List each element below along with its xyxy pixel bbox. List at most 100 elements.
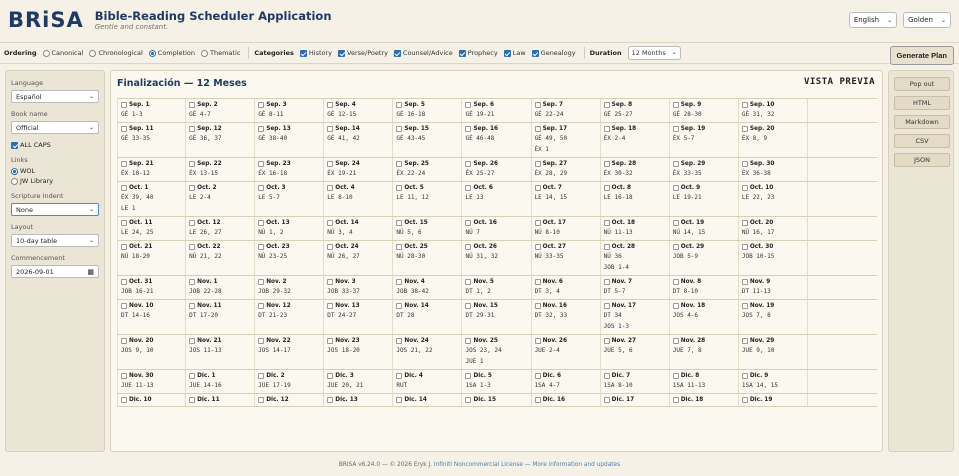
cell-date[interactable]: Dic. 10 bbox=[121, 396, 182, 404]
reading-link[interactable]: NÚ 33-35 bbox=[535, 252, 597, 262]
cell-date[interactable]: Dic. 11 bbox=[189, 396, 251, 404]
reading-link[interactable]: GÉ 43-45 bbox=[396, 134, 458, 144]
reading-link[interactable]: NÚ 18-20 bbox=[121, 252, 182, 262]
checkbox-icon[interactable] bbox=[121, 102, 127, 108]
checkbox-icon[interactable] bbox=[121, 220, 127, 226]
reading-link[interactable]: ÉX 16-18 bbox=[258, 169, 320, 179]
cell-date[interactable]: Oct. 31 bbox=[121, 278, 182, 286]
checkbox-icon[interactable] bbox=[603, 161, 610, 167]
cell-date[interactable]: Sep. 21 bbox=[121, 160, 182, 168]
cell-date[interactable]: Sep. 16 bbox=[465, 125, 527, 133]
reading-link[interactable]: JOS 1-3 bbox=[604, 322, 666, 332]
category-genealogy[interactable]: Genealogy bbox=[529, 49, 576, 57]
cell-date[interactable]: Dic. 1 bbox=[189, 372, 251, 380]
cell-date[interactable]: Sep. 11 bbox=[121, 125, 182, 133]
cell-date[interactable]: Oct. 29 bbox=[672, 243, 735, 251]
cell-date[interactable]: Oct. 16 bbox=[465, 219, 527, 227]
reading-link[interactable]: LE 19-21 bbox=[673, 193, 735, 203]
checkbox-icon[interactable] bbox=[189, 220, 196, 226]
checkbox-icon[interactable] bbox=[603, 397, 610, 403]
cell-date[interactable]: Nov. 28 bbox=[672, 337, 735, 345]
checkbox-icon[interactable] bbox=[672, 303, 679, 309]
checkbox-icon[interactable] bbox=[603, 338, 610, 344]
cell-date[interactable]: Oct. 12 bbox=[189, 219, 251, 227]
checkbox-icon[interactable] bbox=[327, 338, 334, 344]
reading-link[interactable]: DT 34 bbox=[604, 311, 666, 321]
checkbox-icon[interactable] bbox=[465, 244, 472, 250]
cell-date[interactable]: Nov. 6 bbox=[534, 278, 597, 286]
checkbox-icon[interactable] bbox=[534, 397, 541, 403]
reading-link[interactable]: NÚ 16, 17 bbox=[742, 228, 804, 238]
reading-link[interactable]: JOB 16-21 bbox=[121, 287, 182, 297]
checkbox-icon[interactable] bbox=[121, 126, 127, 132]
cell-date[interactable]: Nov. 9 bbox=[741, 278, 804, 286]
cell-date[interactable]: Oct. 30 bbox=[741, 243, 804, 251]
cell-date[interactable]: Sep. 14 bbox=[327, 125, 389, 133]
reading-link[interactable]: RUT bbox=[396, 381, 458, 391]
reading-link[interactable]: 1SA 1-3 bbox=[465, 381, 527, 391]
cell-date[interactable]: Nov. 12 bbox=[258, 302, 320, 310]
cell-date[interactable]: Dic. 18 bbox=[672, 396, 735, 404]
cell-date[interactable]: Sep. 2 bbox=[189, 101, 251, 109]
checkbox-icon[interactable] bbox=[327, 303, 334, 309]
checkbox-icon[interactable] bbox=[121, 397, 127, 403]
cell-date[interactable]: Sep. 1 bbox=[121, 101, 182, 109]
reading-link[interactable]: NÚ 28-30 bbox=[396, 252, 458, 262]
reading-link[interactable]: NÚ 23-25 bbox=[258, 252, 320, 262]
cell-date[interactable]: Oct. 21 bbox=[121, 243, 182, 251]
cell-date[interactable]: Nov. 25 bbox=[465, 337, 527, 345]
cell-date[interactable]: Sep. 5 bbox=[396, 101, 458, 109]
reading-link[interactable]: DT 32, 33 bbox=[535, 311, 597, 321]
checkbox-icon[interactable] bbox=[396, 303, 403, 309]
checkbox-icon[interactable] bbox=[396, 220, 403, 226]
reading-link[interactable]: JUE 7, 8 bbox=[673, 346, 735, 356]
cell-date[interactable]: Sep. 30 bbox=[741, 160, 804, 168]
reading-link[interactable]: 1SA 14, 15 bbox=[742, 381, 804, 391]
checkbox-icon[interactable] bbox=[189, 397, 196, 403]
reading-link[interactable]: NÚ 36 bbox=[604, 252, 666, 262]
reading-link[interactable]: LE 24, 25 bbox=[121, 228, 182, 238]
cell-date[interactable]: Dic. 16 bbox=[534, 396, 597, 404]
reading-link[interactable]: GÉ 1-3 bbox=[121, 110, 182, 120]
checkbox-icon[interactable] bbox=[534, 244, 541, 250]
checkbox-icon[interactable] bbox=[534, 161, 541, 167]
cell-date[interactable]: Nov. 15 bbox=[465, 302, 527, 310]
checkbox-icon[interactable] bbox=[396, 244, 403, 250]
scripture-indent-select[interactable]: None ⌄ bbox=[11, 203, 99, 216]
cell-date[interactable]: Dic. 8 bbox=[672, 372, 735, 380]
reading-link[interactable]: ÉX 19-21 bbox=[327, 169, 389, 179]
reading-link[interactable]: GÉ 12-15 bbox=[327, 110, 389, 120]
reading-link[interactable]: JOS 23, 24 bbox=[465, 346, 527, 356]
checkbox-icon[interactable] bbox=[672, 126, 679, 132]
reading-link[interactable]: LE 26, 27 bbox=[189, 228, 251, 238]
checkbox-icon[interactable] bbox=[396, 102, 403, 108]
cell-date[interactable]: Nov. 21 bbox=[189, 337, 251, 345]
checkbox-icon[interactable] bbox=[741, 126, 748, 132]
reading-link[interactable]: ÉX 39, 40 bbox=[121, 193, 182, 203]
checkbox-icon[interactable] bbox=[121, 303, 127, 309]
reading-link[interactable]: JOB 10-15 bbox=[742, 252, 804, 262]
reading-link[interactable]: NÚ 26, 27 bbox=[327, 252, 389, 262]
reading-link[interactable]: DT 24-27 bbox=[327, 311, 389, 321]
checkbox-icon[interactable] bbox=[672, 102, 679, 108]
checkbox-icon[interactable] bbox=[672, 279, 679, 285]
checkbox-icon[interactable] bbox=[534, 338, 541, 344]
cell-date[interactable]: Nov. 8 bbox=[672, 278, 735, 286]
cell-date[interactable]: Oct. 17 bbox=[534, 219, 597, 227]
reading-link[interactable]: GÉ 31, 32 bbox=[742, 110, 804, 120]
checkbox-icon[interactable] bbox=[258, 185, 265, 191]
cell-date[interactable]: Sep. 25 bbox=[396, 160, 458, 168]
reading-link[interactable]: DT 21-23 bbox=[258, 311, 320, 321]
reading-link[interactable]: DT 5-7 bbox=[604, 287, 666, 297]
checkbox-icon[interactable] bbox=[465, 126, 472, 132]
checkbox-icon[interactable] bbox=[741, 220, 748, 226]
cell-date[interactable]: Sep. 10 bbox=[741, 101, 804, 109]
reading-link[interactable]: JOB 29-32 bbox=[258, 287, 320, 297]
cell-date[interactable]: Sep. 6 bbox=[465, 101, 527, 109]
checkbox-icon[interactable] bbox=[741, 279, 748, 285]
reading-link[interactable]: JUE 5, 6 bbox=[604, 346, 666, 356]
reading-link[interactable]: LE 22, 23 bbox=[742, 193, 804, 203]
cell-date[interactable]: Nov. 7 bbox=[603, 278, 666, 286]
checkbox-icon[interactable] bbox=[327, 220, 334, 226]
checkbox-icon[interactable] bbox=[121, 185, 127, 191]
